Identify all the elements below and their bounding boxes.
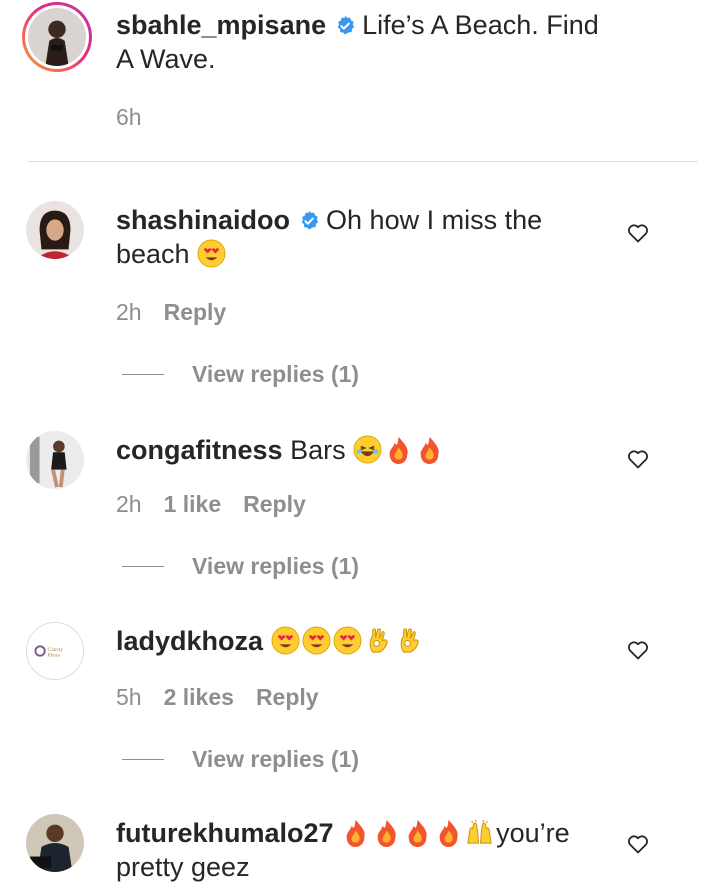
comment-item: congafitness Bars 2h 1 like Reply View r… <box>0 425 720 595</box>
caption-meta: 6h <box>116 104 142 131</box>
comment-avatar[interactable] <box>26 814 84 872</box>
verified-badge-icon <box>334 15 356 37</box>
comment-text: futurekhumalo27 you’re pretty geez <box>116 816 616 884</box>
comment-meta: 5h 2 likes Reply <box>116 684 319 711</box>
comment-time: 2h <box>116 299 142 325</box>
comment-username[interactable]: futurekhumalo27 <box>116 818 334 848</box>
replies-line <box>122 374 164 375</box>
fire-emoji-icon <box>434 818 463 847</box>
caption-avatar <box>28 8 86 66</box>
comment-meta: 2h 1 like Reply <box>116 491 306 518</box>
svg-text:Clarity: Clarity <box>48 647 64 653</box>
like-heart-icon[interactable] <box>626 638 650 662</box>
svg-text:Khoza: Khoza <box>48 654 60 659</box>
comment-avatar[interactable] <box>26 431 84 489</box>
fire-emoji-icon <box>384 435 413 464</box>
comment-username[interactable]: congafitness <box>116 435 283 465</box>
like-heart-icon[interactable] <box>626 832 650 856</box>
fire-emoji-icon <box>403 818 432 847</box>
comment-avatar[interactable]: Clarity Khoza <box>26 622 84 680</box>
like-heart-icon[interactable] <box>626 447 650 471</box>
comment-meta: 2h Reply <box>116 299 226 326</box>
reply-button[interactable]: Reply <box>243 491 306 518</box>
raising-hands-emoji-icon <box>465 818 494 847</box>
view-replies-label: View replies (1) <box>192 361 360 387</box>
caption-username[interactable]: sbahle_mpisane <box>116 10 326 40</box>
comment-time: 2h <box>116 491 142 517</box>
heart-eyes-emoji-icon <box>271 626 300 655</box>
ok-hand-emoji-icon <box>395 626 424 655</box>
comment-time: 5h <box>116 684 142 710</box>
view-replies-button[interactable]: View replies (1) <box>122 361 359 388</box>
view-replies-button[interactable]: View replies (1) <box>122 746 359 773</box>
comment-username[interactable]: ladydkhoza <box>116 626 263 656</box>
caption-text: sbahle_mpisane Life’s A Beach. Find A Wav… <box>116 8 616 76</box>
replies-line <box>122 566 164 567</box>
comment-avatar[interactable] <box>26 201 84 259</box>
fire-emoji-icon <box>341 818 370 847</box>
heart-eyes-emoji-icon <box>333 626 362 655</box>
view-replies-label: View replies (1) <box>192 553 360 579</box>
caption-time: 6h <box>116 104 142 130</box>
verified-badge-icon <box>298 210 320 232</box>
view-replies-button[interactable]: View replies (1) <box>122 553 359 580</box>
fire-emoji-icon <box>415 435 444 464</box>
replies-line <box>122 759 164 760</box>
view-replies-label: View replies (1) <box>192 746 360 772</box>
like-heart-icon[interactable] <box>626 221 650 245</box>
caption-block: sbahle_mpisane Life’s A Beach. Find A Wav… <box>0 0 720 160</box>
comment-text: congafitness Bars <box>116 433 616 467</box>
fire-emoji-icon <box>372 818 401 847</box>
caption-avatar-ring[interactable] <box>22 2 92 72</box>
reply-button[interactable]: Reply <box>164 299 227 326</box>
caption-divider <box>28 161 698 162</box>
likes-count[interactable]: 1 like <box>164 491 222 518</box>
ok-hand-emoji-icon <box>364 626 393 655</box>
heart-eyes-emoji-icon <box>197 239 226 268</box>
comment-body: Bars <box>290 435 346 465</box>
comment-username[interactable]: shashinaidoo <box>116 205 290 235</box>
heart-eyes-emoji-icon <box>302 626 331 655</box>
comment-item: Clarity Khoza ladydkhoza 5h 2 likes Reply… <box>0 618 720 788</box>
comment-text: shashinaidoo Oh how I miss the beach <box>116 203 616 271</box>
laughing-emoji-icon <box>353 435 382 464</box>
comment-item: futurekhumalo27 you’re pretty geez <box>0 810 720 894</box>
comment-item: shashinaidoo Oh how I miss the beach 2h R… <box>0 195 720 395</box>
likes-count[interactable]: 2 likes <box>164 684 234 711</box>
reply-button[interactable]: Reply <box>256 684 319 711</box>
comment-text: ladydkhoza <box>116 624 616 658</box>
